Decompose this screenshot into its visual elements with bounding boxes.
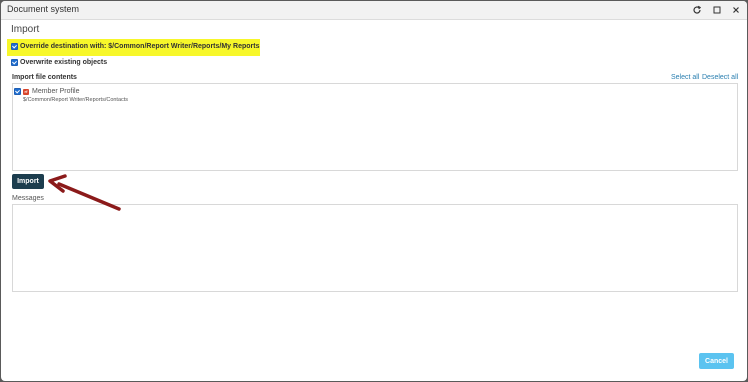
annotation-arrow-icon (48, 174, 121, 211)
document-system-window: Document system Import Override destinat… (1, 1, 747, 381)
